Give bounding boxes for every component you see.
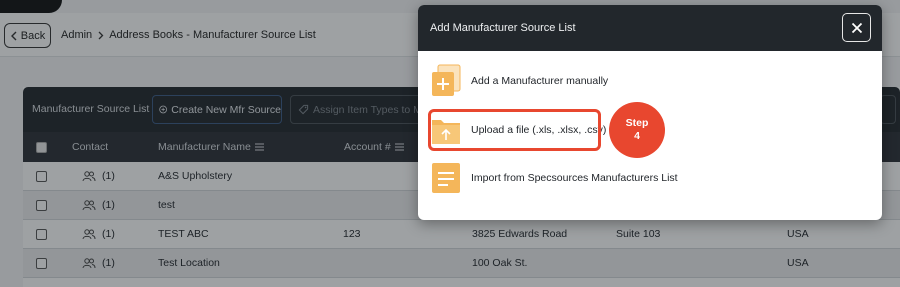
close-button[interactable] [842,13,871,42]
document-list-icon [432,163,460,193]
close-icon [851,22,862,33]
step-word: Step [625,117,649,129]
option-import-label: Import from Specsources Manufacturers Li… [471,172,678,184]
add-file-icon [432,64,461,96]
option-add-manually-label: Add a Manufacturer manually [471,75,609,87]
modal-header: Add Manufacturer Source List [418,5,882,51]
option-add-manually[interactable]: Add a Manufacturer manually [430,64,850,98]
step-badge: Step 4 [609,102,665,158]
modal-title: Add Manufacturer Source List [430,22,576,34]
option-import-specsources[interactable]: Import from Specsources Manufacturers Li… [430,161,850,195]
step-highlight-box [428,109,601,151]
step-number: 4 [634,130,640,142]
